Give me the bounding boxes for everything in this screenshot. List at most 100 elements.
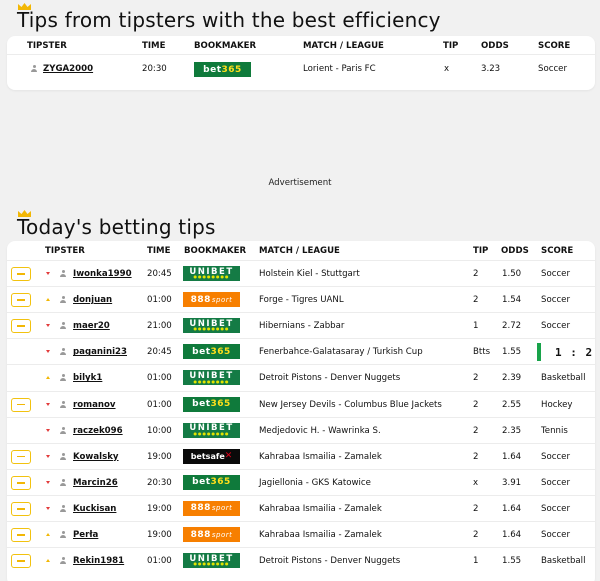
bookmaker-888sport-logo[interactable]: 888 sport (183, 292, 240, 308)
match-league[interactable]: Detroit Pistons - Denver Nuggets (259, 373, 400, 383)
trend-down-icon (46, 350, 50, 354)
tipster-link[interactable]: Rekin1981 (73, 556, 124, 566)
match-league[interactable]: Forge - Tigres UANL (259, 295, 344, 305)
bookmaker-betsafe-logo[interactable]: betsafe ✕ (183, 448, 240, 464)
bookmaker-888sport-logo[interactable]: 888 sport (183, 527, 240, 542)
bookmaker-unibet-logo[interactable]: UNIBET ●●●●●●●● (183, 266, 240, 281)
tipster-link[interactable]: Marcin26 (73, 478, 118, 488)
trend-down-icon (46, 454, 50, 458)
match-league[interactable]: Fenerbahce-Galatasaray / Turkish Cup (259, 347, 423, 357)
match-time: 10:00 (147, 425, 172, 436)
score-value: Soccer (538, 64, 567, 74)
bookmaker-bet365-logo[interactable]: bet 365 (194, 62, 251, 77)
match-league[interactable]: Holstein Kiel - Stuttgart (259, 269, 360, 279)
add-to-coupon-button[interactable] (11, 528, 31, 542)
header-tip: TIP (473, 246, 489, 256)
match-league[interactable]: Lorient - Paris FC (303, 64, 376, 74)
user-icon (59, 426, 67, 435)
table-row: Kowalsky 19:00 betsafe ✕ Kahrabaa Ismailia -… (7, 442, 595, 469)
match-time: 21:00 (147, 321, 172, 332)
user-icon (30, 65, 38, 73)
add-to-coupon-button[interactable] (11, 501, 31, 516)
table-row: ZYGA2000 20:30 bet 365 Lorient - Paris FC… (7, 54, 595, 82)
match-time: 20:30 (142, 64, 167, 74)
match-league[interactable]: Detroit Pistons - Denver Nuggets (259, 556, 400, 566)
user-icon (59, 452, 67, 461)
match-league[interactable]: Kahrabaa Ismailia - Zamalek (259, 530, 382, 540)
match-time: 01:00 (147, 556, 172, 567)
tip-value: 2 (473, 269, 479, 279)
trend-up-icon (46, 533, 50, 536)
header-bookmaker: BOOKMAKER (194, 41, 257, 51)
header-tipster: TIPSTER (45, 246, 85, 256)
trend-down-icon (46, 480, 50, 484)
score-value: Basketball (541, 556, 586, 567)
table-row: Rekin1981 01:00 UNIBET ●●●●●●●● Detroit Pist… (7, 547, 595, 573)
header-time: TIME (147, 246, 171, 256)
header-tipster: TIPSTER (27, 41, 67, 51)
bookmaker-unibet-logo[interactable]: UNIBET ●●●●●●●● (183, 370, 240, 386)
tipster-link[interactable]: Kowalsky (73, 452, 119, 462)
score-value: Soccer (541, 451, 570, 462)
header-score: SCORE (541, 246, 574, 256)
tip-value: 2 (473, 399, 479, 410)
table-row: maer20 21:00 UNIBET ●●●●●●●● Hibernians - Za… (7, 312, 595, 338)
trend-down-icon (46, 272, 50, 275)
match-league[interactable]: Kahrabaa Ismailia - Zamalek (259, 504, 382, 514)
tip-value: 2 (473, 530, 479, 540)
tip-value: 2 (473, 373, 479, 384)
header-bookmaker: BOOKMAKER (184, 246, 247, 256)
header-odds: ODDS (481, 41, 509, 51)
match-league[interactable]: Hibernians - Zabbar (259, 321, 344, 331)
tip-value: 2 (473, 503, 479, 514)
tipster-link[interactable]: Kuckisan (73, 504, 116, 514)
tipster-link[interactable]: ZYGA2000 (43, 64, 93, 74)
add-to-coupon-button[interactable] (11, 397, 31, 412)
tipster-link[interactable]: romanov (73, 400, 116, 410)
match-time: 19:00 (147, 451, 172, 462)
bookmaker-888sport-logo[interactable]: 888 sport (183, 500, 240, 516)
match-league[interactable]: Jagiellonia - GKS Katowice (259, 478, 371, 488)
match-time: 20:45 (147, 347, 172, 358)
bookmaker-bet365-logo[interactable]: bet 365 (183, 344, 240, 360)
tipster-link[interactable]: Perła (73, 530, 98, 540)
bookmaker-bet365-logo[interactable]: bet 365 (183, 474, 240, 490)
table-row: romanov 01:00 bet 365 New Jersey Devils - Co… (7, 390, 595, 417)
tipster-link[interactable]: maer20 (73, 321, 110, 331)
tipster-link[interactable]: bilyk1 (73, 373, 102, 383)
odds-value: 1.55 (502, 347, 522, 358)
trend-down-icon (46, 324, 50, 328)
add-to-coupon-button[interactable] (11, 449, 31, 464)
bookmaker-unibet-logo[interactable]: UNIBET ●●●●●●●● (183, 422, 240, 438)
add-to-coupon-button[interactable] (11, 554, 31, 569)
odds-value: 3.23 (481, 64, 501, 74)
user-icon (59, 348, 67, 356)
add-to-coupon-button[interactable] (11, 319, 31, 334)
score-value: Basketball (541, 373, 586, 384)
add-to-coupon-button[interactable] (11, 267, 31, 281)
add-to-coupon-button[interactable] (11, 293, 31, 308)
bookmaker-unibet-logo[interactable]: UNIBET ●●●●●●●● (183, 318, 240, 334)
table-row: Marcin26 20:30 bet 365 Jagiellonia - GKS Kat… (7, 468, 595, 495)
user-icon (59, 504, 67, 513)
match-league[interactable]: New Jersey Devils - Columbus Blue Jacket… (259, 400, 442, 410)
tip-value: 2 (473, 451, 479, 462)
match-league[interactable]: Medjedovic H. - Wawrinka S. (259, 426, 381, 436)
tip-value: x (444, 64, 450, 74)
bookmaker-unibet-logo[interactable]: UNIBET ●●●●●●●● (183, 553, 240, 569)
bookmaker-bet365-logo[interactable]: bet 365 (183, 396, 240, 412)
tipster-link[interactable]: donjuan (73, 295, 112, 305)
match-time: 01:00 (147, 399, 172, 410)
match-time: 01:00 (147, 295, 172, 306)
odds-value: 1.64 (502, 451, 522, 462)
tipster-link[interactable]: paganini23 (73, 347, 127, 357)
table-row: raczek096 10:00 UNIBET ●●●●●●●● Medjedovic H… (7, 416, 595, 443)
today-tips-title: Today's betting tips (17, 215, 216, 239)
tipster-link[interactable]: Iwonka1990 (73, 269, 132, 279)
match-league[interactable]: Kahrabaa Ismailia - Zamalek (259, 452, 382, 462)
user-icon (59, 374, 67, 382)
add-to-coupon-button[interactable] (11, 475, 31, 490)
header-tip: TIP (443, 41, 459, 51)
odds-value: 1.50 (502, 269, 522, 279)
tipster-link[interactable]: raczek096 (73, 426, 123, 436)
